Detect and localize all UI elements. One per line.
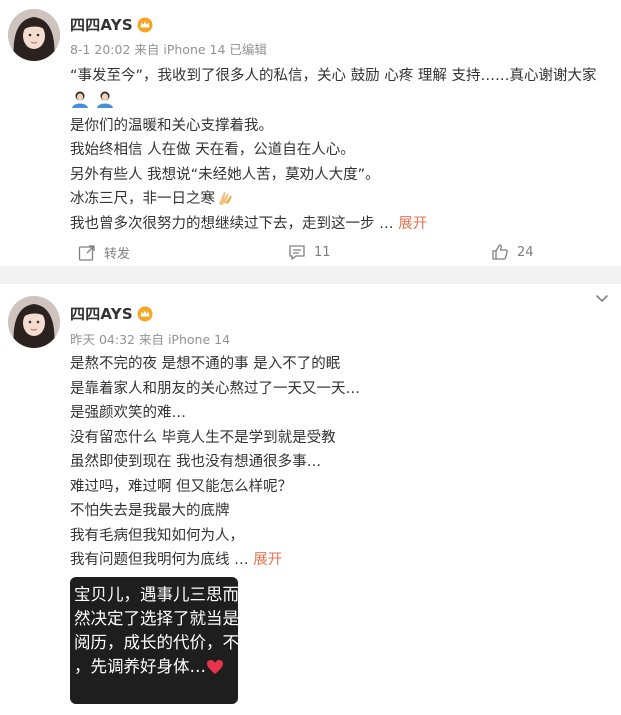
praying-hands-emoji-icon bbox=[219, 191, 232, 205]
post-line: 我始终相信 人在做 天在看，公道自在人心。 bbox=[70, 142, 355, 158]
comment-button[interactable]: 11 bbox=[288, 243, 331, 261]
emoji-row bbox=[70, 89, 596, 114]
post-line: 冰冻三尺，非一日之寒 bbox=[70, 191, 215, 207]
image-text-line-with-emoji: ，先调养好身体… bbox=[74, 655, 238, 679]
post-meta: 8-1 20:02 来自 iPhone 14 已编辑 bbox=[70, 42, 267, 57]
comment-count: 11 bbox=[314, 244, 331, 260]
repost-icon bbox=[78, 244, 95, 261]
post-line: 虽然即使到现在 我也没有想通很多事… bbox=[70, 454, 322, 470]
heart-emoji-icon bbox=[207, 660, 223, 674]
expand-link[interactable]: 展开 bbox=[253, 552, 282, 568]
thumbs-up-icon bbox=[492, 244, 508, 260]
like-button[interactable]: 24 bbox=[491, 243, 534, 261]
image-text: 宝贝儿，遇事儿三思而 然决定了选择了就当是 阅历，成长的代价，不 ，先调养好身体… bbox=[74, 583, 238, 679]
post-line: 没有留恋什么 毕竟人生不是学到就是受教 bbox=[70, 429, 336, 446]
image-text-line: 宝贝儿，遇事儿三思而 bbox=[74, 585, 238, 604]
post-line-with-emoji: 冰冻三尺，非一日之寒 bbox=[70, 187, 596, 212]
post-divider bbox=[0, 266, 621, 284]
post-line: 我也曾多次很努力的想继续过下去，走到这一步 … bbox=[70, 215, 394, 232]
repost-button[interactable]: 转发 bbox=[78, 243, 130, 262]
crown-badge-icon bbox=[137, 306, 153, 321]
post-line: “事发至今”，我收到了很多人的私信，关心 鼓励 心疼 理解 支持……真心谢谢大家 bbox=[70, 68, 597, 84]
comment-icon bbox=[289, 245, 305, 260]
weibo-post-1: 四四AYS 8-1 20:02 来自 iPhone 14 已编辑 “事发至今”，… bbox=[0, 0, 621, 266]
image-text-line: 阅历，成长的代价，不 bbox=[74, 633, 238, 652]
post-line: 我有问题但我明何为底线 … bbox=[70, 552, 249, 568]
post-line-last: 我有问题但我明何为底线 … 展开 bbox=[70, 548, 360, 573]
post-line: 我有毛病但我知如何为人， bbox=[70, 527, 244, 544]
post-line: 难过吗，难过啊 但又能怎么样呢？ bbox=[70, 478, 293, 495]
user-name[interactable]: 四四AYS bbox=[70, 303, 133, 324]
user-name[interactable]: 四四AYS bbox=[70, 14, 133, 35]
image-text-line: ，先调养好身体… bbox=[74, 657, 206, 676]
action-bar: 转发 11 24 bbox=[0, 240, 621, 266]
image-text-line: 然决定了选择了就当是 bbox=[74, 609, 238, 628]
person-emoji-icon bbox=[96, 91, 113, 108]
post-line: 是强颜欢笑的难… bbox=[70, 405, 186, 421]
post-line: 是靠着家人和朋友的关心熬过了一天又一天… bbox=[70, 380, 360, 397]
post-meta: 昨天 04:32 来自 iPhone 14 bbox=[70, 332, 231, 347]
crown-badge-icon bbox=[137, 17, 153, 32]
post-body: 是熬不完的夜 是想不通的事 是入不了的眠 是靠着家人和朋友的关心熬过了一天又一天… bbox=[70, 352, 360, 573]
post-line-last: 我也曾多次很努力的想继续过下去，走到这一步 … 展开 bbox=[70, 212, 596, 237]
post-line: 不怕失去是我最大的底牌 bbox=[70, 503, 230, 519]
post-line: 是你们的温暖和关心支撑着我。 bbox=[70, 117, 273, 134]
post-line: 是熬不完的夜 是想不通的事 是入不了的眠 bbox=[70, 356, 341, 372]
person-emoji-icon bbox=[72, 91, 88, 108]
expand-link[interactable]: 展开 bbox=[398, 216, 427, 232]
post-line: 另外有些人 我想说“未经她人苦，莫劝人大度”。 bbox=[70, 166, 380, 183]
avatar[interactable] bbox=[8, 9, 60, 61]
like-count: 24 bbox=[517, 244, 534, 260]
post-body: “事发至今”，我收到了很多人的私信，关心 鼓励 心疼 理解 支持……真心谢谢大家… bbox=[70, 64, 596, 236]
repost-label: 转发 bbox=[104, 247, 131, 262]
chevron-down-icon[interactable] bbox=[595, 294, 609, 304]
avatar[interactable] bbox=[8, 296, 60, 348]
weibo-post-2: 四四AYS 昨天 04:32 来自 iPhone 14 是熬不完的夜 是想不通的… bbox=[0, 284, 621, 715]
post-image[interactable]: 宝贝儿，遇事儿三思而 然决定了选择了就当是 阅历，成长的代价，不 ，先调养好身体… bbox=[70, 577, 238, 704]
